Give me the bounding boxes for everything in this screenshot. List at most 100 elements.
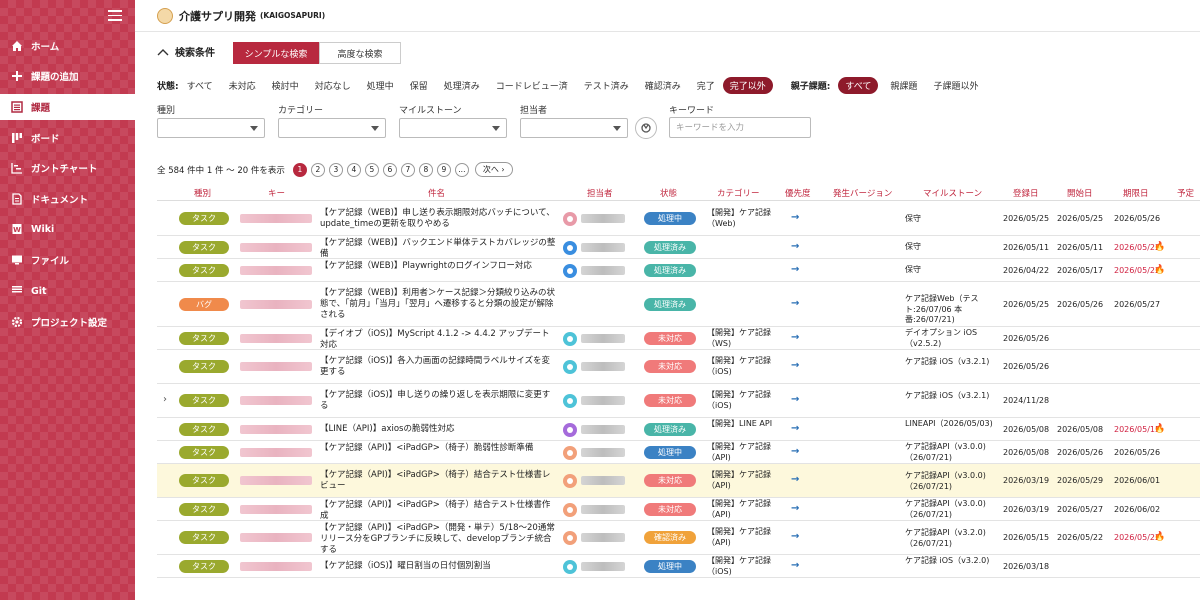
status-option[interactable]: 未対応 [229, 79, 256, 92]
status-option[interactable]: 確認済み [645, 79, 681, 92]
status-badge[interactable]: 確認済み [644, 531, 696, 544]
issue-key[interactable] [240, 562, 312, 571]
table-row[interactable]: タスク 【ケア記録（WEB)】申し送り表示期限対応バッチについて、update_t… [157, 202, 1200, 236]
issue-summary[interactable]: 【ケア記録（WEB)】バックエンド単体テストカバレッジの整備 [320, 238, 557, 260]
sidebar-item-settings[interactable]: プロジェクト設定 [0, 309, 135, 335]
issue-summary[interactable]: 【ケア記録（API)】<iPadGP>（椅子）脆弱性診断準備 [320, 443, 557, 454]
status-badge[interactable]: 未対応 [644, 474, 696, 487]
column-header-version[interactable]: 発生バージョン [833, 187, 892, 199]
status-badge[interactable]: 処理中 [644, 560, 696, 573]
page-button[interactable]: 6 [382, 162, 397, 177]
next-page-button[interactable]: 次へ › [474, 162, 513, 177]
column-header-key[interactable]: キー [268, 187, 285, 199]
issue-summary[interactable]: 【ケア記録（iOS)】各入力画面の記録時間ラベルサイズを変更する [320, 356, 557, 378]
type-select[interactable] [157, 118, 265, 138]
table-row[interactable]: タスク 【LINE（API)】axiosの脆弱性対応 処理済み 【開発】LINE AP… [157, 418, 1200, 441]
table-row[interactable]: タスク 【デイオプ（iOS)】MyScript 4.1.2 -> 4.4.2 アッ… [157, 327, 1200, 350]
tab-advanced-search[interactable]: 高度な検索 [319, 42, 401, 64]
column-header-status[interactable]: 状態 [660, 187, 677, 199]
table-row[interactable]: タスク 【ケア記録（WEB)】バックエンド単体テストカバレッジの整備 処理済み → 保守… [157, 236, 1200, 259]
page-button[interactable]: 7 [400, 162, 415, 177]
status-option[interactable]: テスト済み [584, 79, 629, 92]
page-button[interactable]: 9 [436, 162, 451, 177]
issue-key[interactable] [240, 266, 312, 275]
keyword-input[interactable] [669, 117, 811, 138]
page-button[interactable]: 3 [328, 162, 343, 177]
parent-option-selected[interactable]: すべて [838, 77, 879, 94]
column-header-milestone[interactable]: マイルストーン [923, 187, 982, 199]
status-badge[interactable]: 処理中 [644, 212, 696, 225]
issue-key[interactable] [240, 396, 312, 405]
status-badge[interactable]: 未対応 [644, 360, 696, 373]
sidebar-item-document[interactable]: ドキュメント [0, 186, 135, 212]
issue-key[interactable] [240, 476, 312, 485]
issue-summary[interactable]: 【ケア記録（WEB)】Playwrightのログインフロー対応 [320, 261, 557, 272]
issue-key[interactable] [240, 334, 312, 343]
table-row[interactable]: タスク 【ケア記録（API)】<iPadGP>（開発・単テ）5/18〜20通常リリ… [157, 521, 1200, 555]
page-button[interactable]: 5 [364, 162, 379, 177]
status-option[interactable]: 保留 [410, 79, 428, 92]
sidebar-item-board[interactable]: ボード [0, 125, 135, 151]
status-badge[interactable]: 処理中 [644, 446, 696, 459]
table-row[interactable]: タスク 【ケア記録（API)】<iPadGP>（椅子）結合テスト仕様書レビュー 未対… [157, 464, 1200, 498]
issue-key[interactable] [240, 300, 312, 309]
status-badge[interactable]: 処理済み [644, 298, 696, 311]
sidebar-item-add-issue[interactable]: 課題の追加 [0, 63, 135, 89]
issue-summary[interactable]: 【ケア記録（iOS)】申し送りの繰り返しを表示期限に変更する [320, 390, 557, 412]
status-option[interactable]: コードレビュー済 [496, 79, 568, 92]
sidebar-item-wiki[interactable]: W Wiki [0, 216, 135, 242]
issue-key[interactable] [240, 533, 312, 542]
parent-option[interactable]: 親課題 [890, 79, 917, 92]
status-badge[interactable]: 未対応 [644, 503, 696, 516]
sidebar-item-gantt[interactable]: ガントチャート [0, 155, 135, 181]
assignee-select[interactable] [520, 118, 628, 138]
status-option[interactable]: すべて [187, 79, 213, 92]
column-header-planned[interactable]: 予定 [1177, 187, 1194, 199]
milestone-select[interactable] [399, 118, 507, 138]
issue-key[interactable] [240, 243, 312, 252]
column-header-priority[interactable]: 優先度 [785, 187, 811, 199]
sidebar-item-issues[interactable]: 課題 [0, 94, 135, 120]
column-header-summary[interactable]: 件名 [428, 187, 445, 199]
issue-summary[interactable]: 【ケア記録（API)】<iPadGP>（椅子）結合テスト仕様書作成 [320, 500, 557, 522]
status-badge[interactable]: 処理済み [644, 264, 696, 277]
issue-key[interactable] [240, 214, 312, 223]
issue-summary[interactable]: 【ケア記録（WEB)】利用者＞ケース記録＞分類絞り込みの状態で、「前月」「当月」… [320, 288, 557, 321]
page-button[interactable]: 4 [346, 162, 361, 177]
table-row[interactable]: タスク 【ケア記録（API)】<iPadGP>（椅子）脆弱性診断準備 処理中 【開発】… [157, 441, 1200, 464]
issue-summary[interactable]: 【ケア記録（API)】<iPadGP>（開発・単テ）5/18〜20通常リリース分… [320, 523, 557, 556]
sidebar-item-file[interactable]: ファイル [0, 247, 135, 273]
issue-key[interactable] [240, 448, 312, 457]
status-badge[interactable]: 未対応 [644, 394, 696, 407]
issue-summary[interactable]: 【ケア記録（WEB)】申し送り表示期限対応バッチについて、update_time… [320, 208, 557, 230]
issue-key[interactable] [240, 425, 312, 434]
page-button[interactable]: 1 [292, 162, 307, 177]
page-button[interactable]: 2 [310, 162, 325, 177]
status-badge[interactable]: 未対応 [644, 332, 696, 345]
status-badge[interactable]: 処理済み [644, 241, 696, 254]
category-select[interactable] [278, 118, 386, 138]
status-badge[interactable]: 処理済み [644, 423, 696, 436]
column-header-due[interactable]: 期限日 [1123, 187, 1149, 199]
table-row[interactable]: タスク 【ケア記録（iOS)】曜日割当の日付個別割当 処理中 【開発】ケア記録（iOS… [157, 555, 1200, 578]
table-row[interactable]: タスク 【ケア記録（iOS)】各入力画面の記録時間ラベルサイズを変更する 未対応 【開… [157, 350, 1200, 384]
column-header-start[interactable]: 開始日 [1067, 187, 1093, 199]
table-row[interactable]: タスク 【ケア記録（WEB)】Playwrightのログインフロー対応 処理済み → 保… [157, 259, 1200, 282]
page-ellipsis[interactable]: ... [454, 162, 469, 177]
menu-icon[interactable] [108, 10, 122, 21]
column-header-assignee[interactable]: 担当者 [587, 187, 613, 199]
parent-option[interactable]: 子課題以外 [933, 79, 978, 92]
status-option[interactable]: 対応なし [315, 79, 351, 92]
expand-chevron-icon[interactable]: › [163, 394, 167, 405]
status-option[interactable]: 処理中 [367, 79, 394, 92]
issue-summary[interactable]: 【デイオプ（iOS)】MyScript 4.1.2 -> 4.4.2 アップデー… [320, 329, 557, 351]
status-option[interactable]: 検討中 [272, 79, 299, 92]
status-option[interactable]: 完了 [697, 79, 715, 92]
status-option-selected[interactable]: 完了以外 [722, 77, 773, 94]
column-header-registered[interactable]: 登録日 [1013, 187, 1039, 199]
sidebar-item-git[interactable]: Git [0, 278, 135, 304]
column-header-type[interactable]: 種別 [194, 187, 211, 199]
issue-summary[interactable]: 【ケア記録（iOS)】曜日割当の日付個別割当 [320, 561, 557, 572]
search-conditions-toggle[interactable]: 検索条件 [157, 44, 215, 59]
table-row[interactable]: バグ 【ケア記録（WEB)】利用者＞ケース記録＞分類絞り込みの状態で、「前月」「当… [157, 282, 1200, 327]
